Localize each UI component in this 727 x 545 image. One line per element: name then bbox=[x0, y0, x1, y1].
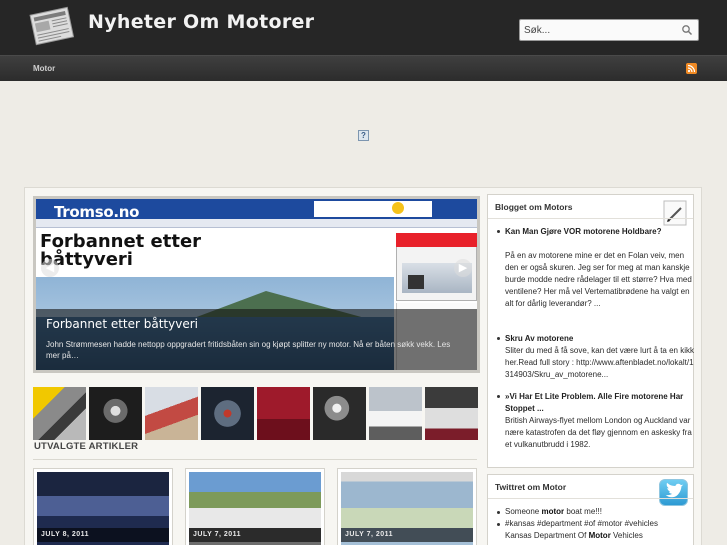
slider-caption: Forbannet etter båttyveri John Strømmese… bbox=[36, 309, 477, 370]
featured-card-date: JULY 7, 2011 bbox=[189, 528, 321, 542]
main-nav: Motor bbox=[0, 55, 727, 81]
thumbnail-silver-car[interactable] bbox=[425, 387, 478, 440]
slide-headline: Forbannet etter båttyveri bbox=[40, 231, 202, 270]
featured-card[interactable]: JULY 8, 2011 bbox=[33, 468, 173, 545]
tweet-text-part: Kansas Department Of bbox=[505, 531, 589, 540]
blog-post: Kan Man Gjøre VOR motorene Holdbare? På … bbox=[497, 226, 693, 326]
twitter-widget: Twittret om Motor Someone motor boat me!… bbox=[487, 474, 694, 545]
twitter-widget-divider bbox=[488, 498, 693, 499]
tweet-text-part: Someone bbox=[505, 507, 542, 516]
tweet-keyword: Motor bbox=[588, 531, 611, 540]
featured-slider[interactable]: Tromso.no Forbannet etter båttyveri ◀ ▶ … bbox=[33, 196, 480, 373]
featured-card-date: JULY 7, 2011 bbox=[341, 528, 473, 542]
bullet-icon bbox=[497, 337, 500, 340]
slider-caption-text: John Strømmesen hadde nettopp oppgradert… bbox=[46, 340, 451, 360]
bullet-icon bbox=[497, 511, 500, 514]
blog-post-title[interactable]: Skru Av motorene bbox=[505, 333, 693, 345]
slider-prev-button[interactable]: ◀ bbox=[41, 259, 59, 277]
blog-post: »Vi Har Et Lite Problem. Alle Fire motor… bbox=[497, 391, 693, 461]
blog-post-body: På en av motorene mine er det en Folan v… bbox=[505, 251, 692, 308]
thumbnail-scooter[interactable] bbox=[145, 387, 198, 440]
blog-widget-title: Blogget om Motors bbox=[495, 202, 573, 212]
slider-caption-title[interactable]: Forbannet etter båttyveri bbox=[46, 317, 198, 331]
site-header: Nyheter Om Motorer bbox=[0, 0, 727, 55]
play-icon bbox=[408, 275, 424, 289]
twitter-bird-icon[interactable] bbox=[659, 479, 688, 506]
search-box[interactable] bbox=[519, 19, 699, 41]
twitter-widget-title: Twittret om Motor bbox=[495, 482, 567, 492]
blog-widget-divider bbox=[488, 218, 693, 219]
tweet-text-part: boat me!!! bbox=[564, 507, 602, 516]
blog-post-body: British Airways-flyet mellom London og A… bbox=[505, 416, 692, 449]
magnifier-icon[interactable] bbox=[681, 24, 693, 36]
featured-card-date: JULY 8, 2011 bbox=[37, 528, 169, 542]
blog-post-title[interactable]: Kan Man Gjøre VOR motorene Holdbare? bbox=[505, 226, 693, 238]
thumbnail-engine[interactable] bbox=[33, 387, 86, 440]
sun-icon bbox=[392, 202, 404, 214]
thumbnail-nash-emblem[interactable] bbox=[257, 387, 310, 440]
thumbnail-chrome-ornament[interactable] bbox=[313, 387, 366, 440]
tweet-text-part: Vehicles bbox=[610, 531, 643, 540]
slide-weather-ad bbox=[314, 201, 432, 217]
bullet-icon bbox=[497, 230, 500, 233]
featured-card[interactable]: JULY 7, 2011 bbox=[185, 468, 325, 545]
slide-side-ad-header bbox=[396, 233, 477, 247]
thumbnail-white-car[interactable] bbox=[369, 387, 422, 440]
rss-icon[interactable] bbox=[686, 63, 697, 74]
blog-post-title[interactable]: »Vi Har Et Lite Problem. Alle Fire motor… bbox=[505, 391, 693, 415]
blog-post-body: Sliter du med å få sove, kan det være lu… bbox=[505, 346, 694, 379]
tweet-text: Kansas Department Of Motor Vehicles bbox=[505, 530, 643, 542]
search-input[interactable] bbox=[524, 22, 676, 38]
featured-card[interactable]: JULY 7, 2011 bbox=[337, 468, 477, 545]
tweet-text: Someone motor boat me!!! bbox=[505, 506, 602, 518]
slider-next-button[interactable]: ▶ bbox=[454, 259, 472, 277]
featured-articles-divider bbox=[33, 459, 477, 460]
blog-widget: Blogget om Motors Kan Man Gjøre VOR moto… bbox=[487, 194, 694, 468]
pencil-icon bbox=[663, 200, 687, 226]
tweet-keyword: motor bbox=[541, 507, 565, 516]
thumbnail-car-badge[interactable] bbox=[201, 387, 254, 440]
newspaper-icon[interactable] bbox=[27, 5, 77, 49]
ad-placeholder-icon[interactable]: ? bbox=[358, 130, 369, 141]
bullet-icon bbox=[497, 523, 500, 526]
tweet-hashtags: #kansas #department #of #motor #vehicles bbox=[505, 519, 658, 528]
slider-thumbnails bbox=[33, 387, 478, 440]
featured-articles-heading: UTVALGTE ARTIKLER bbox=[34, 441, 139, 452]
thumbnail-hood-ornament[interactable] bbox=[89, 387, 142, 440]
nav-item-motor[interactable]: Motor bbox=[33, 64, 55, 73]
slide-menu-bar bbox=[36, 219, 477, 228]
site-title[interactable]: Nyheter Om Motorer bbox=[88, 11, 314, 33]
bullet-icon bbox=[497, 395, 500, 398]
ad-area: ? bbox=[0, 81, 727, 187]
blog-post: Skru Av motorene Sliter du med å få sove… bbox=[497, 333, 694, 383]
